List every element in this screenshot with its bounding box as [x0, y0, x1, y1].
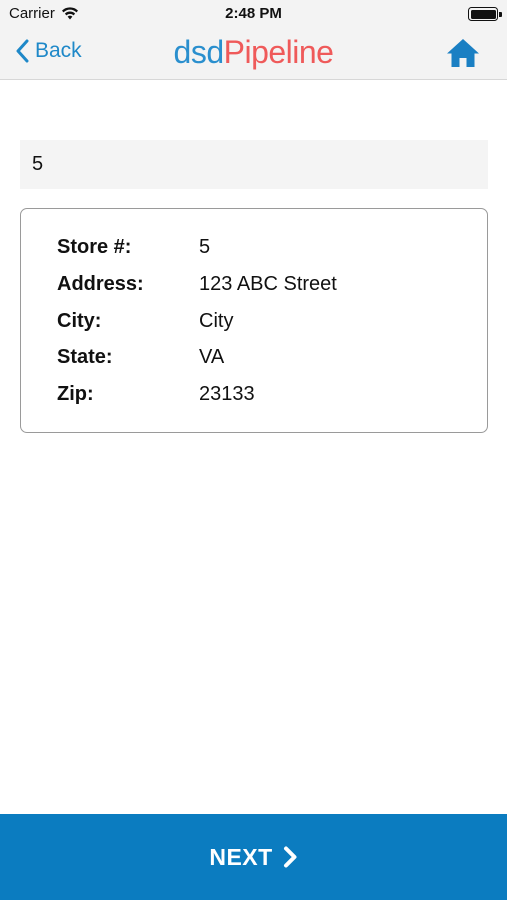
info-label: Address:: [57, 273, 144, 295]
address-row: Address: 123 ABC Street: [57, 273, 337, 299]
battery-icon: [468, 7, 502, 21]
battery-tip: [499, 11, 502, 17]
info-value: 123 ABC Street: [199, 273, 337, 295]
logo-pipeline: Pipeline: [223, 34, 334, 70]
chevron-right-icon: [283, 846, 297, 868]
nav-bar: Back dsdPipeline: [0, 28, 507, 80]
info-value: 23133: [199, 383, 255, 405]
store-number-input[interactable]: [20, 140, 488, 189]
home-button[interactable]: [445, 37, 481, 69]
info-value: VA: [199, 346, 225, 368]
info-value: 5: [199, 236, 211, 258]
info-label: State:: [57, 346, 113, 368]
next-button[interactable]: NEXT: [0, 814, 507, 900]
info-value: City: [199, 310, 234, 332]
battery-level: [470, 9, 496, 19]
next-label: NEXT: [209, 843, 273, 870]
status-bar: Carrier 2:48 PM: [0, 0, 507, 28]
state-row: State: VA: [57, 346, 224, 372]
store-info-card: Store #: 5 Address: 123 ABC Street City:…: [20, 208, 488, 433]
info-label: Zip:: [57, 383, 94, 405]
logo-dsd: dsd: [173, 34, 225, 70]
home-icon: [447, 39, 479, 67]
app-logo: dsdPipeline: [0, 34, 507, 71]
status-time: 2:48 PM: [225, 5, 282, 22]
zip-row: Zip: 23133: [57, 383, 255, 409]
info-label: City:: [57, 310, 102, 332]
info-label: Store #:: [57, 236, 132, 258]
store-number-row: Store #: 5: [57, 236, 210, 262]
city-row: City: City: [57, 310, 233, 336]
